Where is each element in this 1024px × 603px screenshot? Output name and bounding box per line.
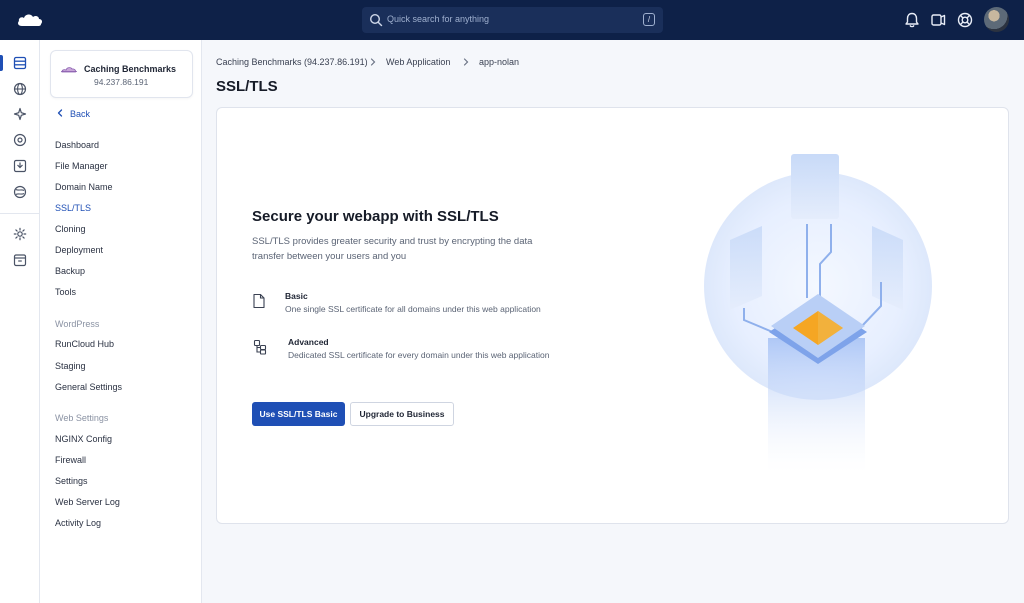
chevron-right-icon <box>463 58 469 66</box>
sidebar-item-dashboard[interactable]: Dashboard <box>55 140 99 150</box>
server-ip: 94.237.86.191 <box>94 77 149 87</box>
breadcrumb-web-application[interactable]: Web Application <box>386 57 450 67</box>
chevron-left-icon <box>57 109 63 117</box>
sidebar-section-wordpress: WordPress <box>55 319 100 329</box>
chevron-right-icon <box>370 58 376 66</box>
quick-search[interactable]: Quick search for anything / <box>362 7 663 33</box>
upgrade-to-business-button[interactable]: Upgrade to Business <box>350 402 454 426</box>
runcloud-logo-icon[interactable] <box>16 11 44 29</box>
back-link[interactable]: Back <box>55 108 90 119</box>
backup-download-icon[interactable] <box>13 159 27 173</box>
sidebar-item-firewall[interactable]: Firewall <box>55 455 86 465</box>
sidebar-item-activity-log[interactable]: Activity Log <box>55 518 101 528</box>
sidebar-item-cloning[interactable]: Cloning <box>55 224 86 234</box>
sidebar-item-backup[interactable]: Backup <box>55 266 85 276</box>
page-title: SSL/TLS <box>216 78 278 95</box>
ssl-intro-card: Secure your webapp with SSL/TLS SSL/TLS … <box>216 107 1009 524</box>
sidebar-item-ssl-tls[interactable]: SSL/TLS <box>55 203 91 213</box>
illustration-top-panel <box>791 154 839 219</box>
sidebar-item-tools[interactable]: Tools <box>55 287 76 297</box>
announcement-icon[interactable] <box>929 11 947 29</box>
server-name: Caching Benchmarks <box>84 64 177 74</box>
servers-icon[interactable] <box>13 56 27 70</box>
search-placeholder: Quick search for anything <box>387 14 490 24</box>
use-ssl-basic-button[interactable]: Use SSL/TLS Basic <box>252 402 345 426</box>
document-icon <box>253 293 265 309</box>
sidebar-item-domain-name[interactable]: Domain Name <box>55 182 113 192</box>
search-icon <box>369 13 383 27</box>
sidebar-item-nginx-config[interactable]: NGINX Config <box>55 434 112 444</box>
bell-icon[interactable] <box>903 11 921 29</box>
illustration-left-panel <box>730 226 762 310</box>
integrations-icon[interactable] <box>13 107 27 121</box>
sidebar-item-staging[interactable]: Staging <box>55 361 86 371</box>
rail-active-indicator <box>0 55 3 71</box>
globe-network-icon[interactable] <box>13 82 27 96</box>
option-advanced-description: Dedicated SSL certificate for every doma… <box>288 350 550 360</box>
ssl-description: SSL/TLS provides greater security and tr… <box>252 236 533 262</box>
server-card[interactable]: Caching Benchmarks 94.237.86.191 <box>50 50 193 98</box>
sidebar-item-web-server-log[interactable]: Web Server Log <box>55 497 120 507</box>
server-provider-icon <box>61 67 77 73</box>
user-avatar[interactable] <box>984 7 1009 32</box>
breadcrumb-app[interactable]: app-nolan <box>479 57 519 67</box>
sidebar-item-settings[interactable]: Settings <box>55 476 88 486</box>
illustration-right-panel <box>872 226 903 310</box>
sidebar-item-general-settings[interactable]: General Settings <box>55 382 122 392</box>
option-basic-title: Basic <box>285 291 308 301</box>
top-bar: Quick search for anything / <box>0 0 1024 40</box>
dns-globe-icon[interactable] <box>13 185 27 199</box>
breadcrumb-server[interactable]: Caching Benchmarks (94.237.86.191) <box>216 57 368 67</box>
back-label: Back <box>70 109 91 119</box>
ssl-illustration <box>704 154 932 473</box>
sidebar-item-deployment[interactable]: Deployment <box>55 245 103 255</box>
multi-domain-icon <box>253 339 267 355</box>
help-lifebuoy-icon[interactable] <box>956 11 974 29</box>
rail-divider <box>0 213 40 214</box>
sidebar-section-web-settings: Web Settings <box>55 413 109 423</box>
security-icon[interactable] <box>13 133 27 147</box>
webapp-sidebar: Caching Benchmarks 94.237.86.191 Back Da… <box>40 40 202 603</box>
option-basic-description: One single SSL certificate for all domai… <box>285 304 541 314</box>
sidebar-item-file-manager[interactable]: File Manager <box>55 161 108 171</box>
ssl-headline: Secure your webapp with SSL/TLS <box>252 208 499 225</box>
option-advanced-title: Advanced <box>288 337 329 347</box>
archive-box-icon[interactable] <box>13 253 27 267</box>
search-shortcut-key: / <box>643 13 655 26</box>
settings-gear-icon[interactable] <box>13 227 27 241</box>
icon-rail <box>0 40 40 603</box>
sidebar-item-runcloud-hub[interactable]: RunCloud Hub <box>55 339 114 349</box>
